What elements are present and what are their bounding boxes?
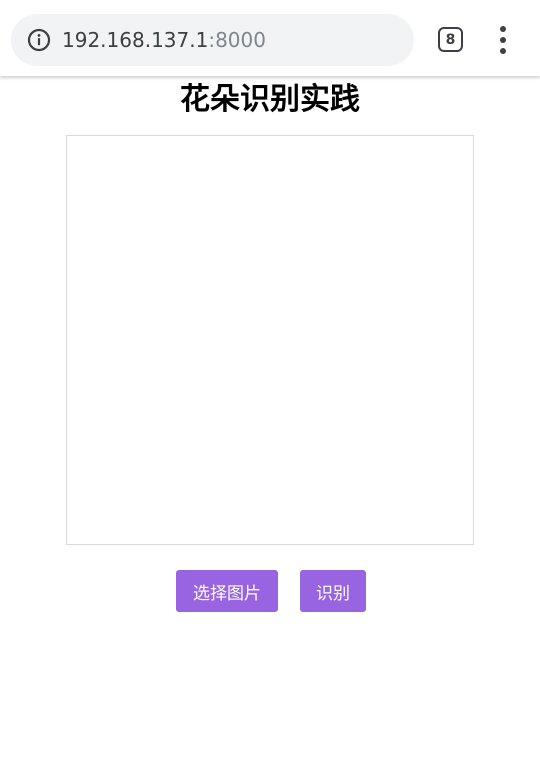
more-vert-icon[interactable]	[492, 26, 514, 54]
address-bar[interactable]: 192.168.137.1:8000	[11, 14, 414, 66]
choose-image-button[interactable]: 选择图片	[176, 570, 278, 612]
recognize-button[interactable]: 识别	[300, 570, 366, 612]
url-host: 192.168.137.1	[62, 28, 209, 52]
url-text[interactable]: 192.168.137.1:8000	[62, 27, 266, 53]
image-preview-area	[66, 135, 474, 545]
info-icon[interactable]	[27, 28, 51, 52]
tab-count: 8	[445, 31, 456, 48]
page-title: 花朵识别实践	[180, 82, 360, 117]
tab-switcher-button[interactable]: 8	[438, 27, 463, 52]
url-port: :8000	[208, 28, 266, 52]
browser-toolbar: 192.168.137.1:8000 8	[0, 0, 540, 76]
